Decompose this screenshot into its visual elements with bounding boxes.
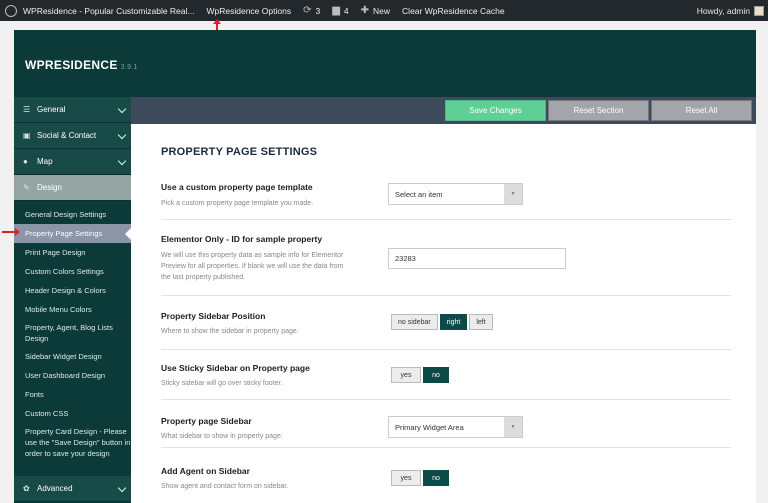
gear-icon: ✿	[23, 484, 30, 493]
setting-description: We will use this property data as sample…	[161, 252, 344, 281]
option-right[interactable]: right	[439, 314, 468, 330]
setting-description: Sticky sidebar will go over sticky foote…	[161, 380, 283, 387]
setting-row-elementor-id: Elementor Only - ID for sample property …	[161, 220, 731, 296]
sliders-icon: ☰	[23, 105, 31, 114]
admin-bar-new[interactable]: ✚ New	[355, 0, 396, 21]
setting-description: Pick a custom property page template you…	[161, 200, 314, 207]
sidebar-item-label: Map	[37, 157, 53, 166]
chevron-down-icon	[117, 130, 127, 140]
admin-bar-wpresidence-options[interactable]: WpResidence Options	[201, 0, 298, 21]
sidebar-subitem-general-design[interactable]: General Design Settings	[14, 205, 131, 224]
sidebar-item-label: Advanced	[37, 484, 73, 493]
refresh-icon: ⟳	[303, 5, 312, 16]
sidebar-subitem-lists-design[interactable]: Property, Agent, Blog Lists Design	[14, 319, 131, 347]
setting-label: Property Sidebar Position	[161, 311, 266, 321]
sidebar-item-label: General	[37, 105, 66, 114]
options-sidebar: ☰ General ▣ Social & Contact ● Map ✎ Des…	[14, 97, 131, 503]
setting-row-sticky-sidebar: Use Sticky Sidebar on Property page Stic…	[161, 350, 731, 400]
new-label: New	[373, 5, 391, 16]
sidebar-subitem-property-card-design[interactable]: Property Card Design - Please use the "S…	[14, 423, 131, 462]
sidebar-subitem-custom-css[interactable]: Custom CSS	[14, 404, 131, 423]
chevron-down-icon	[117, 156, 127, 166]
sidebar-subitem-custom-colors[interactable]: Custom Colors Settings	[14, 262, 131, 281]
chevron-down-icon: ▼	[504, 184, 522, 204]
sidebar-item-design[interactable]: ✎ Design	[14, 175, 131, 201]
admin-bar-account[interactable]: Howdy, admin	[696, 5, 768, 16]
chevron-down-icon	[117, 483, 127, 493]
sidebar-item-label: Social & Contact	[37, 131, 97, 140]
agent-sidebar-options: yes no	[391, 470, 451, 486]
save-changes-button[interactable]: Save Changes	[445, 100, 546, 121]
comments-count: 4	[343, 5, 349, 16]
updates-count: 3	[315, 5, 321, 16]
pencil-icon: ✎	[23, 183, 30, 192]
page-title: PROPERTY PAGE SETTINGS	[161, 146, 318, 158]
setting-label: Property page Sidebar	[161, 416, 252, 426]
options-toolbar: Save Changes Reset Section Reset All	[131, 97, 756, 124]
sidebar-position-options: no sidebar right left	[391, 314, 495, 330]
elementor-sample-id-input[interactable]: 23283	[388, 248, 566, 269]
admin-bar-updates[interactable]: ⟳ 3	[297, 0, 326, 21]
howdy-text: Howdy, admin	[696, 5, 750, 16]
sidebar-subitem-property-page-settings[interactable]: Property Page Settings	[14, 224, 131, 243]
options-header: WPRESIDENCE 3.9.1	[14, 30, 756, 97]
sidebar-item-label: Design	[37, 183, 62, 192]
setting-row-template: Use a custom property page template Pick…	[161, 174, 731, 220]
sidebar-subitem-fonts[interactable]: Fonts	[14, 385, 131, 404]
sidebar-item-map[interactable]: ● Map	[14, 149, 131, 175]
contact-card-icon: ▣	[23, 131, 31, 140]
sidebar-subitem-user-dashboard-design[interactable]: User Dashboard Design	[14, 366, 131, 385]
sticky-sidebar-options: yes no	[391, 367, 451, 383]
sidebar-subitem-print-page-design[interactable]: Print Page Design	[14, 243, 131, 262]
settings-panel: PROPERTY PAGE SETTINGS Use a custom prop…	[131, 124, 756, 503]
setting-label: Add Agent on Sidebar	[161, 466, 250, 476]
setting-row-page-sidebar: Property page Sidebar What sidebar to sh…	[161, 400, 731, 448]
option-yes[interactable]: yes	[391, 367, 421, 383]
annotation-arrow-right	[2, 228, 20, 236]
setting-label: Elementor Only - ID for sample property	[161, 234, 323, 244]
page-sidebar-select[interactable]: Primary Widget Area ▼	[388, 416, 523, 438]
admin-bar-comments[interactable]: ▆ 4	[326, 0, 354, 21]
setting-description: Show agent and contact form on sidebar.	[161, 483, 289, 490]
sidebar-item-advanced[interactable]: ✿ Advanced	[14, 476, 131, 502]
sidebar-subitem-header-design[interactable]: Header Design & Colors	[14, 281, 131, 300]
admin-bar-site-name[interactable]: WPResidence - Popular Customizable Real.…	[17, 0, 201, 21]
sidebar-subitem-mobile-menu-colors[interactable]: Mobile Menu Colors	[14, 300, 131, 319]
page-sidebar-select-value: Primary Widget Area	[395, 422, 464, 432]
version-number: 3.9.1	[120, 64, 138, 71]
chevron-down-icon	[117, 104, 127, 114]
chevron-down-icon: ▼	[504, 417, 522, 437]
option-no-sidebar[interactable]: no sidebar	[391, 314, 438, 330]
plus-icon: ✚	[360, 5, 370, 16]
setting-description: What sidebar to show in property page.	[161, 433, 283, 440]
setting-description: Where to show the sidebar in property pa…	[161, 328, 299, 335]
sidebar-item-social-contact[interactable]: ▣ Social & Contact	[14, 123, 131, 149]
avatar	[754, 5, 764, 16]
setting-row-agent-sidebar: Add Agent on Sidebar Show agent and cont…	[161, 448, 731, 503]
admin-bar: WPResidence - Popular Customizable Real.…	[0, 0, 768, 21]
wordpress-logo-icon[interactable]	[5, 4, 17, 17]
setting-row-sidebar-position: Property Sidebar Position Where to show …	[161, 296, 731, 350]
admin-bar-clear-cache[interactable]: Clear WpResidence Cache	[396, 0, 511, 21]
template-select-value: Select an item	[395, 189, 443, 199]
option-left[interactable]: left	[469, 314, 493, 330]
reset-all-button[interactable]: Reset All	[651, 100, 752, 121]
sidebar-subitem-sidebar-widget-design[interactable]: Sidebar Widget Design	[14, 347, 131, 366]
reset-section-button[interactable]: Reset Section	[548, 100, 649, 121]
map-pin-icon: ●	[23, 157, 28, 166]
brand-logo: WPRESIDENCE 3.9.1	[25, 58, 138, 72]
setting-label: Use Sticky Sidebar on Property page	[161, 363, 310, 373]
sidebar-item-general[interactable]: ☰ General	[14, 97, 131, 123]
setting-label: Use a custom property page template	[161, 182, 313, 192]
brand-name: WPRESIDENCE	[25, 58, 118, 72]
option-yes[interactable]: yes	[391, 470, 421, 486]
template-select[interactable]: Select an item ▼	[388, 183, 523, 205]
option-no[interactable]: no	[423, 470, 449, 486]
option-no[interactable]: no	[423, 367, 449, 383]
comment-icon: ▆	[332, 5, 340, 16]
